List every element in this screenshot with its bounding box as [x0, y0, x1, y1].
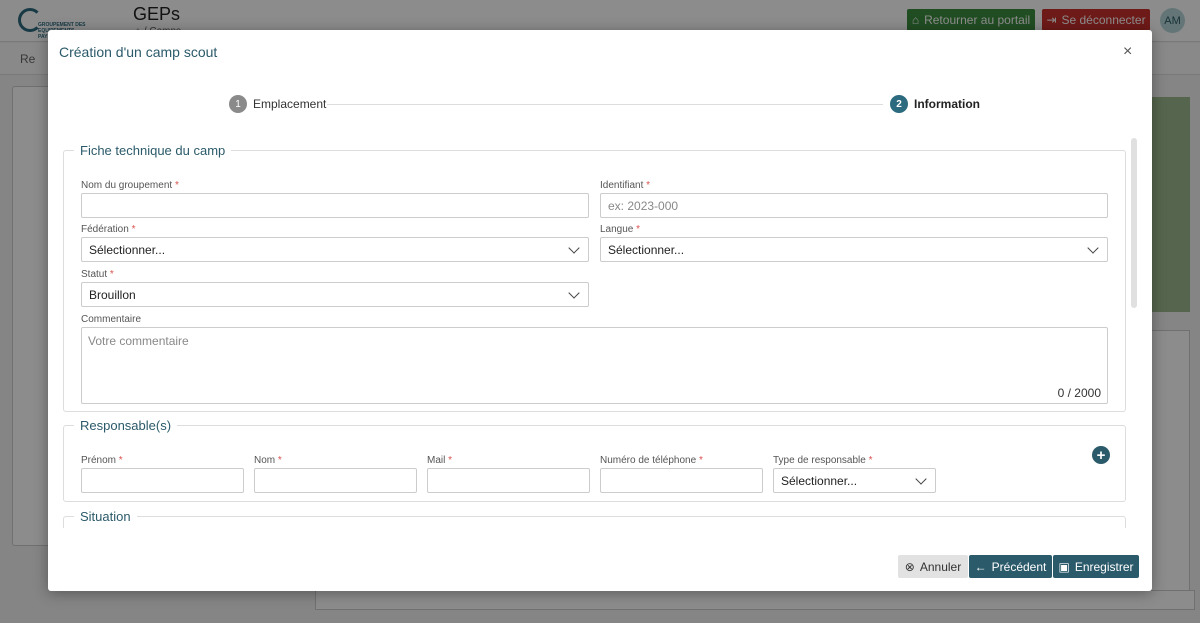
type-responsable-select[interactable]: Sélectionner...: [773, 468, 936, 493]
create-camp-modal: Création d'un camp scout × 1 Emplacement…: [48, 30, 1152, 591]
step-1-label: Emplacement: [253, 97, 327, 111]
chevron-down-icon: [568, 242, 580, 254]
previous-button[interactable]: ← Précédent: [969, 555, 1052, 578]
step-2-label: Information: [914, 97, 980, 111]
commentaire-label: Commentaire: [81, 314, 142, 325]
federation-value: Sélectionner...: [89, 242, 166, 257]
previous-label: Précédent: [991, 559, 1047, 574]
add-responsable-button[interactable]: +: [1092, 446, 1110, 464]
langue-select[interactable]: Sélectionner...: [600, 237, 1108, 262]
situation-section: Situation: [63, 509, 1126, 528]
prenom-input[interactable]: [81, 468, 244, 493]
type-responsable-value: Sélectionner...: [781, 473, 858, 488]
langue-label: Langue *: [600, 224, 641, 235]
step-information[interactable]: 2 Information: [890, 95, 980, 113]
stepper-line: [327, 104, 883, 105]
cancel-button[interactable]: ⊗ Annuler: [898, 555, 968, 578]
statut-select[interactable]: Brouillon: [81, 282, 589, 307]
federation-label: Fédération *: [81, 224, 136, 235]
modal-scrollbar[interactable]: [1131, 138, 1137, 308]
chevron-down-icon: [915, 473, 927, 485]
character-counter: 0 / 2000: [1057, 386, 1101, 400]
situation-legend: Situation: [80, 509, 131, 524]
type-responsable-label: Type de responsable *: [773, 455, 873, 466]
identifiant-label: Identifiant *: [600, 180, 651, 191]
cancel-label: Annuler: [919, 559, 962, 574]
step-1-number: 1: [229, 95, 247, 113]
responsables-legend: Responsable(s): [80, 418, 172, 433]
statut-value: Brouillon: [89, 287, 136, 302]
arrow-left-icon: ←: [974, 559, 987, 574]
nom-input[interactable]: [254, 468, 417, 493]
save-button[interactable]: ▣ Enregistrer: [1053, 555, 1139, 578]
mail-label: Mail *: [427, 455, 453, 466]
fiche-technique-legend: Fiche technique du camp: [80, 143, 226, 158]
nom-groupement-input[interactable]: [81, 193, 589, 218]
nom-groupement-label: Nom du groupement *: [81, 180, 179, 191]
modal-title: Création d'un camp scout: [59, 44, 218, 60]
step-2-number: 2: [890, 95, 908, 113]
chevron-down-icon: [568, 287, 580, 299]
close-icon[interactable]: ×: [1123, 44, 1132, 60]
commentaire-placeholder: Votre commentaire: [88, 334, 189, 348]
federation-select[interactable]: Sélectionner...: [81, 237, 589, 262]
statut-label: Statut *: [81, 269, 114, 280]
step-emplacement[interactable]: 1 Emplacement: [229, 95, 327, 113]
stepper: 1 Emplacement 2 Information: [229, 95, 980, 113]
identifiant-input[interactable]: ex: 2023-000: [600, 193, 1108, 218]
prenom-label: Prénom *: [81, 455, 123, 466]
mail-input[interactable]: [427, 468, 590, 493]
floppy-disk-icon: ▣: [1058, 559, 1070, 574]
langue-value: Sélectionner...: [608, 242, 685, 257]
telephone-label: Numéro de téléphone *: [600, 455, 703, 466]
commentaire-textarea[interactable]: Votre commentaire 0 / 2000: [81, 327, 1108, 404]
fiche-technique-section: Fiche technique du camp Nom du groupemen…: [63, 143, 1126, 412]
nom-label: Nom *: [254, 455, 282, 466]
cancel-circle-icon: ⊗: [904, 559, 915, 574]
responsables-section: Responsable(s) Prénom * Nom * Mail * Num…: [63, 418, 1126, 502]
modal-scroll-area[interactable]: Fiche technique du camp Nom du groupemen…: [63, 138, 1138, 528]
save-label: Enregistrer: [1074, 559, 1134, 574]
telephone-input[interactable]: [600, 468, 763, 493]
chevron-down-icon: [1087, 242, 1099, 254]
